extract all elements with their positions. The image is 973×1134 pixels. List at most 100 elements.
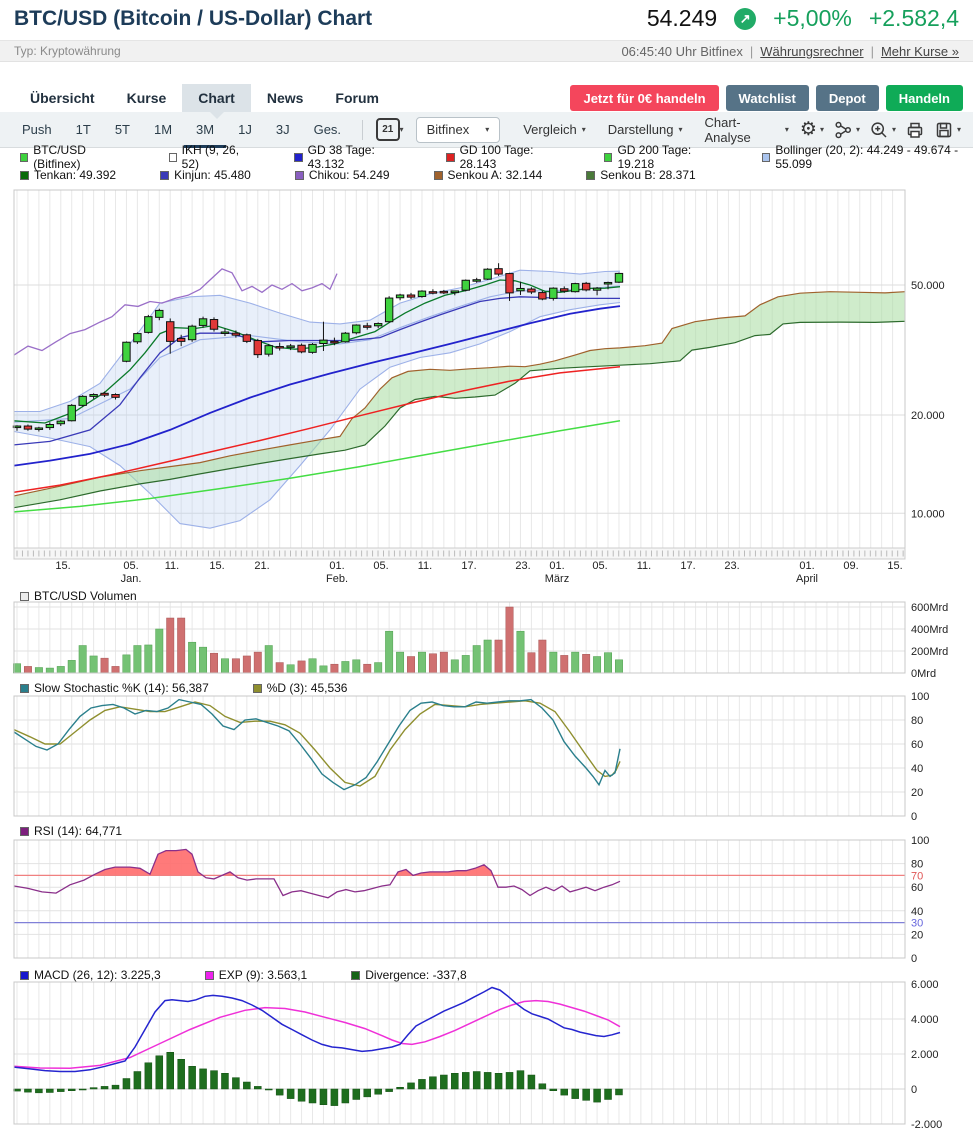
legend-color-swatch xyxy=(604,153,612,162)
svg-text:80: 80 xyxy=(911,859,923,871)
legend-label: Senkou A: 32.144 xyxy=(448,168,543,182)
volume-legend-btc-usd-volumen[interactable]: BTC/USD Volumen xyxy=(20,589,137,603)
legend-gd-100-tage[interactable]: GD 100 Tage: 28.143 xyxy=(446,143,560,171)
rsi-legend-rsi-14[interactable]: RSI (14): 64,771 xyxy=(20,824,122,838)
svg-text:23.: 23. xyxy=(724,560,739,572)
sub-header-bar: Typ: Kryptowährung 06:45:40 Uhr Bitfinex… xyxy=(0,40,973,62)
tab-kurse[interactable]: Kurse xyxy=(111,84,183,112)
menu-chart-analyse[interactable]: Chart-Analyse ▾ xyxy=(705,115,789,145)
zoom-button[interactable]: ▾ xyxy=(869,120,896,140)
more-quotes-link[interactable]: Mehr Kurse » xyxy=(881,44,959,59)
svg-text:17.: 17. xyxy=(680,560,695,572)
handeln-button[interactable]: Handeln xyxy=(886,85,963,111)
legend-gd-200-tage[interactable]: GD 200 Tage: 19.218 xyxy=(604,143,718,171)
svg-text:11.: 11. xyxy=(637,560,651,572)
legend-bollinger-20-2[interactable]: Bollinger (20, 2): 44.249 - 49.674 - 55.… xyxy=(762,143,973,171)
legend-color-swatch xyxy=(20,171,29,180)
legend-kinjun[interactable]: Kinjun: 45.480 xyxy=(160,168,251,182)
chart-legend-row-1: BTC/USD (Bitfinex)IKH (9, 26, 52)GD 38 T… xyxy=(20,150,973,164)
svg-text:0: 0 xyxy=(911,953,917,965)
jetzt-für-0-handeln-button[interactable]: Jetzt für 0€ handeln xyxy=(570,85,718,111)
svg-text:15.: 15. xyxy=(209,560,224,572)
legend-ikh-9-26-52[interactable]: IKH (9, 26, 52) xyxy=(169,143,251,171)
svg-text:21.: 21. xyxy=(254,560,269,572)
chevron-down-icon[interactable]: ▾ xyxy=(400,125,404,134)
indicators-button[interactable]: ▾ xyxy=(833,120,860,140)
legend-gd-38-tage[interactable]: GD 38 Tage: 43.132 xyxy=(294,143,402,171)
settings-button[interactable]: ⚙▾ xyxy=(800,120,824,140)
toolbar-divider xyxy=(362,120,363,140)
stochastic-legend-%d-3[interactable]: %D (3): 45,536 xyxy=(253,681,348,695)
svg-text:17.: 17. xyxy=(461,560,476,572)
rsi-panel-header: RSI (14): 64,771 xyxy=(20,824,122,838)
legend-btc-usd-bitfinex[interactable]: BTC/USD (Bitfinex) xyxy=(20,143,125,171)
indicator-nodes-icon xyxy=(833,120,853,140)
svg-text:200Mrd: 200Mrd xyxy=(911,646,948,658)
tab-news[interactable]: News xyxy=(251,84,320,112)
chevron-down-icon: ▾ xyxy=(485,125,489,134)
printer-icon xyxy=(905,120,925,140)
svg-text:Feb.: Feb. xyxy=(326,573,348,585)
legend-label: Tenkan: 49.392 xyxy=(34,168,116,182)
svg-text:40: 40 xyxy=(911,763,923,775)
macd-legend-divergence[interactable]: Divergence: -337,8 xyxy=(351,968,466,982)
btc-usd-chart-page: 50.00020.00010.00015.05.Jan.11.15.21.01.… xyxy=(0,0,973,1134)
legend-color-swatch xyxy=(20,592,29,601)
svg-text:-2.000: -2.000 xyxy=(911,1119,942,1131)
legend-label: RSI (14): 64,771 xyxy=(34,824,122,838)
print-button[interactable] xyxy=(905,120,925,140)
svg-text:30: 30 xyxy=(911,918,923,930)
svg-text:01.: 01. xyxy=(799,560,814,572)
svg-text:20: 20 xyxy=(911,787,923,799)
quote-block: 54.249 ↗ +5,00% +2.582,4 xyxy=(647,5,959,32)
chart-legend-row-2: Tenkan: 49.392 Kinjun: 45.480 Chikou: 54.2… xyxy=(20,168,696,182)
legend-label: Bollinger (20, 2): 44.249 - 49.674 - 55.… xyxy=(775,143,973,171)
save-button[interactable]: ▾ xyxy=(934,120,961,140)
legend-tenkan[interactable]: Tenkan: 49.392 xyxy=(20,168,116,182)
watchlist-button[interactable]: Watchlist xyxy=(726,85,809,111)
svg-text:0: 0 xyxy=(911,811,917,823)
svg-text:10.000: 10.000 xyxy=(911,508,945,520)
legend-senkou-a[interactable]: Senkou A: 32.144 xyxy=(434,168,543,182)
chevron-down-icon: ▾ xyxy=(785,125,789,134)
legend-color-swatch xyxy=(762,153,770,162)
menu-vergleich[interactable]: Vergleich ▾ xyxy=(523,115,586,145)
menu-label: Chart-Analyse xyxy=(705,115,780,145)
legend-label: Divergence: -337,8 xyxy=(365,968,466,982)
stochastic-legend-slow-stochastic-%k-14[interactable]: Slow Stochastic %K (14): 56,387 xyxy=(20,681,209,695)
legend-senkou-b[interactable]: Senkou B: 28.371 xyxy=(586,168,695,182)
legend-label: MACD (26, 12): 3.225,3 xyxy=(34,968,161,982)
menu-darstellung[interactable]: Darstellung▾ xyxy=(608,115,683,145)
chevron-down-icon: ▾ xyxy=(678,125,682,134)
calendar-icon[interactable]: 21 xyxy=(376,118,400,141)
page-title: BTC/USD (Bitcoin / US-Dollar) Chart xyxy=(14,7,372,31)
change-percent: +5,00% xyxy=(773,5,852,32)
legend-color-swatch xyxy=(434,171,443,180)
svg-text:15.: 15. xyxy=(887,560,902,572)
macd-legend-exp-9[interactable]: EXP (9): 3.563,1 xyxy=(205,968,308,982)
svg-text:4.000: 4.000 xyxy=(911,1014,939,1026)
svg-text:40: 40 xyxy=(911,906,923,918)
legend-color-swatch xyxy=(20,684,29,693)
depot-button[interactable]: Depot xyxy=(816,85,879,111)
legend-color-swatch xyxy=(20,153,28,162)
instrument-type: Typ: Kryptowährung xyxy=(14,44,121,58)
legend-label: BTC/USD Volumen xyxy=(34,589,137,603)
svg-text:60: 60 xyxy=(911,882,923,894)
currency-converter-link[interactable]: Währungsrechner xyxy=(760,44,863,59)
chevron-down-icon: ▾ xyxy=(582,125,586,134)
svg-text:05.: 05. xyxy=(592,560,607,572)
exchange-select[interactable]: Bitfinex ▾ xyxy=(416,117,501,143)
tab-chart[interactable]: Chart xyxy=(182,84,251,112)
legend-label: GD 200 Tage: 19.218 xyxy=(617,143,718,171)
quote-timestamp: 06:45:40 Uhr Bitfinex xyxy=(621,44,742,59)
tab-forum[interactable]: Forum xyxy=(319,84,395,112)
svg-text:11.: 11. xyxy=(418,560,432,572)
svg-text:11.: 11. xyxy=(165,560,179,572)
legend-chikou[interactable]: Chikou: 54.249 xyxy=(295,168,390,182)
tab-übersicht[interactable]: Übersicht xyxy=(14,84,111,112)
legend-color-swatch xyxy=(169,153,177,162)
legend-color-swatch xyxy=(586,171,595,180)
menu-label: Vergleich xyxy=(523,122,576,137)
macd-legend-macd-26-12[interactable]: MACD (26, 12): 3.225,3 xyxy=(20,968,161,982)
